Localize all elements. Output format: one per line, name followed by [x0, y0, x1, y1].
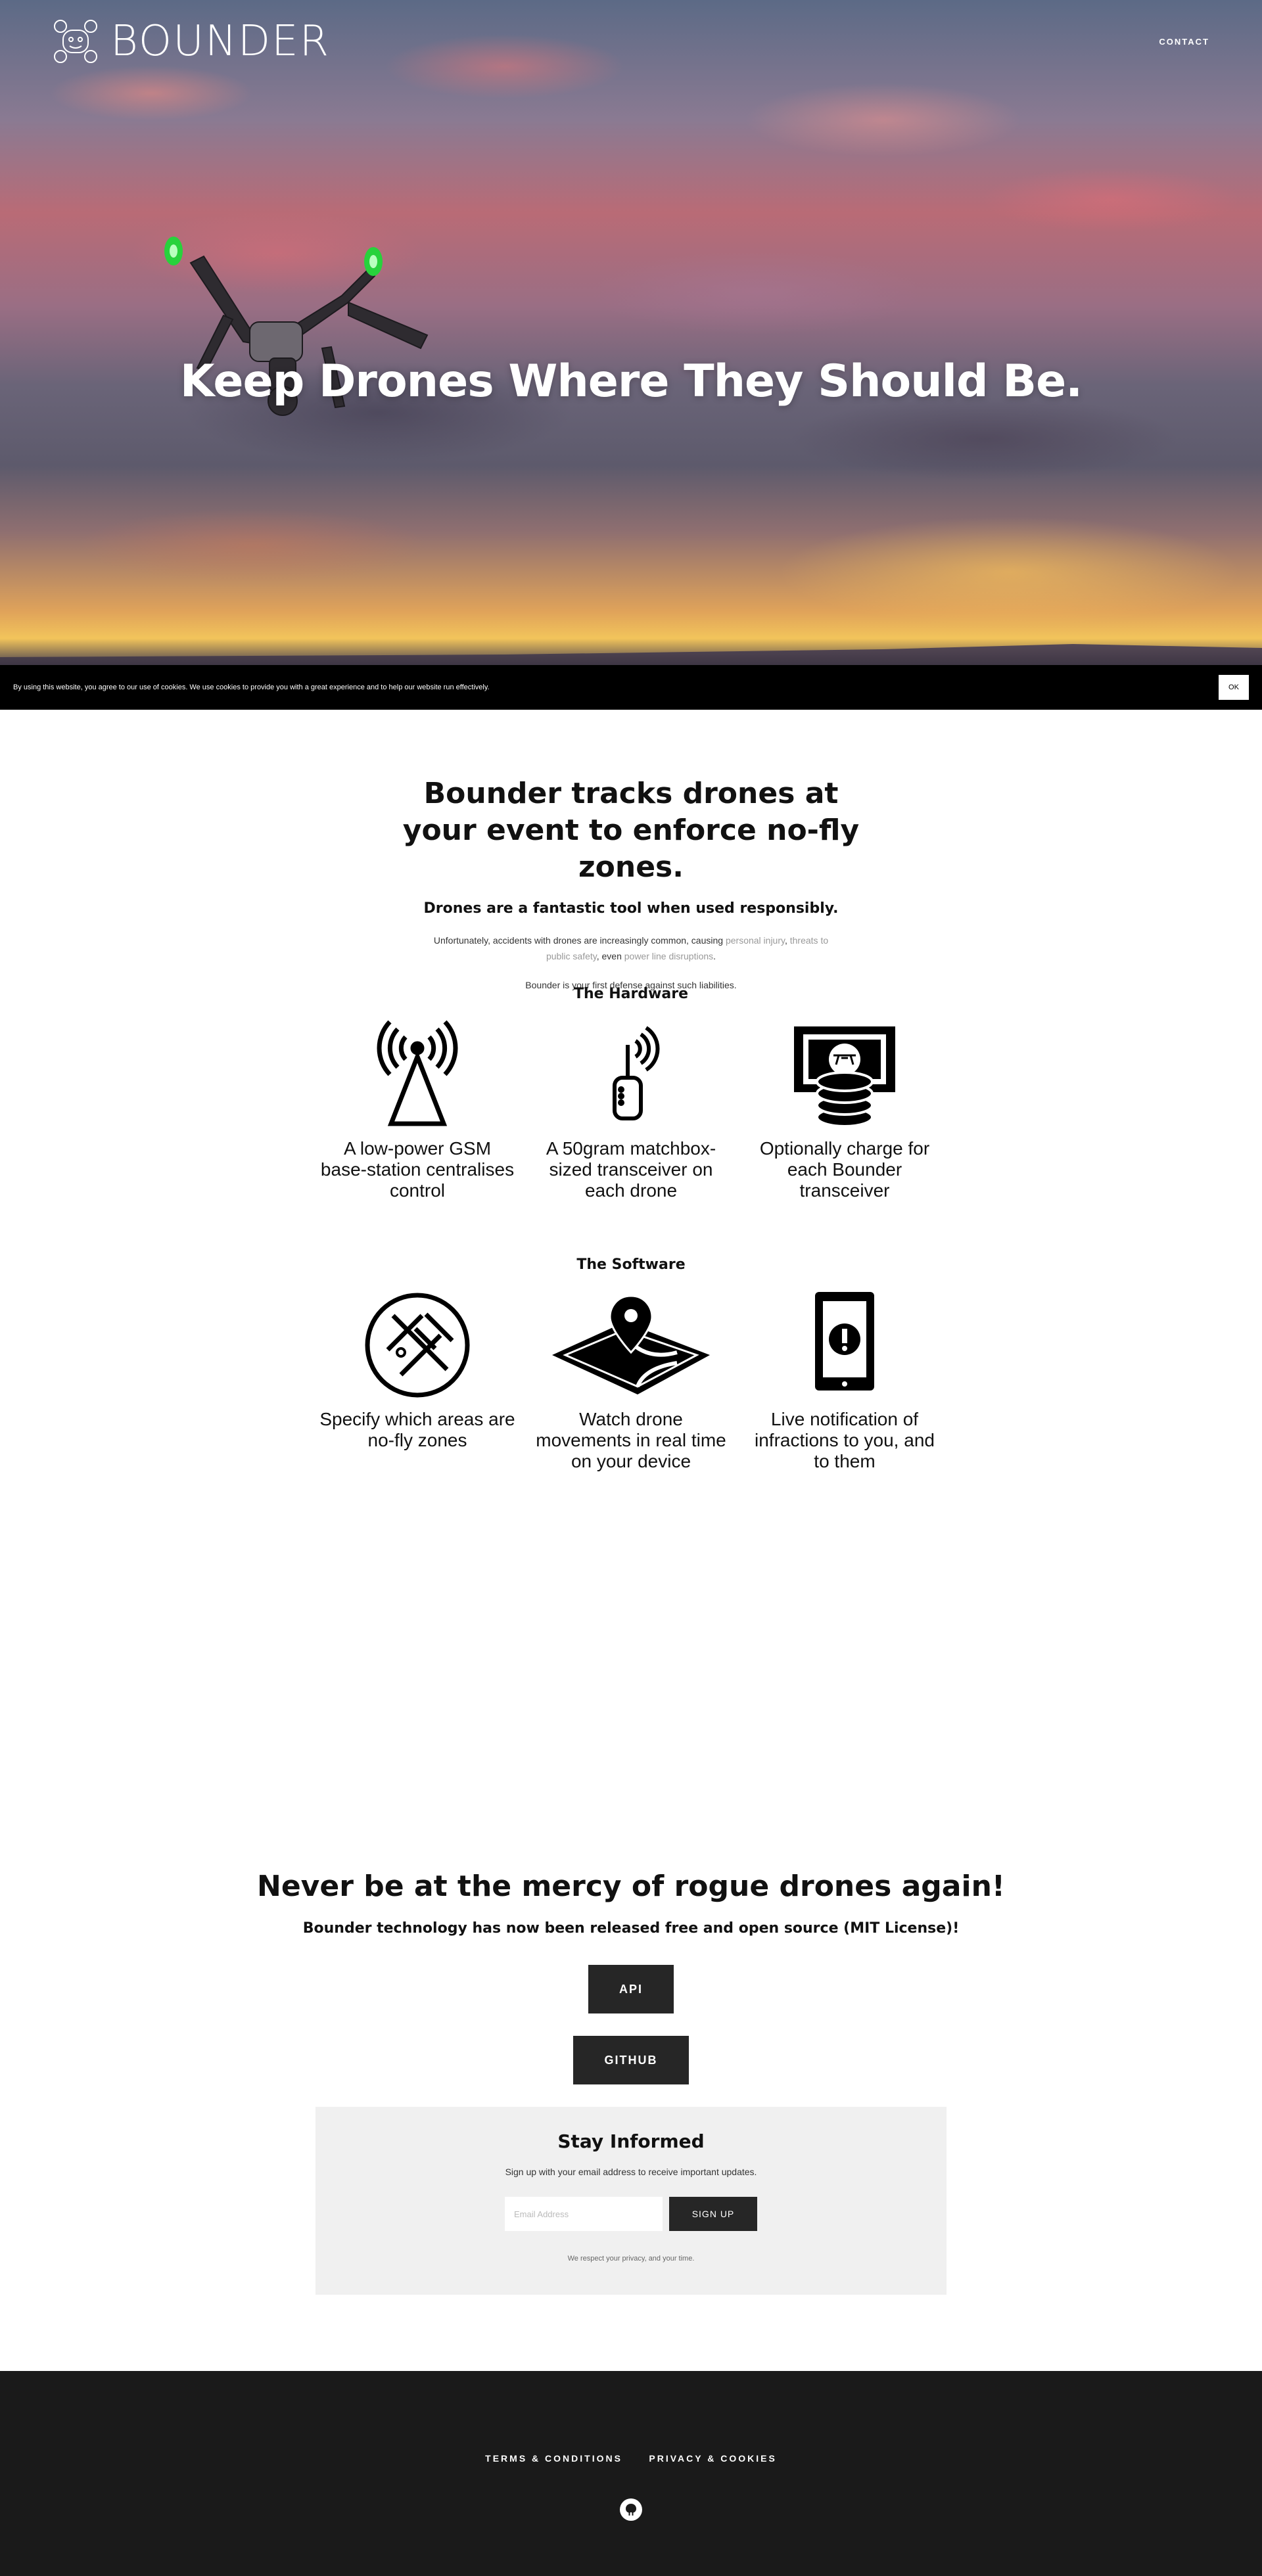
- intro-subheading: Drones are a fantastic tool when used re…: [423, 900, 839, 917]
- no-fly-zone-icon: [365, 1293, 470, 1398]
- hero-title: Keep Drones Where They Should Be.: [179, 356, 1083, 407]
- terms-link[interactable]: TERMS & CONDITIONS: [485, 2453, 622, 2464]
- logo-icon: [54, 20, 97, 63]
- email-input[interactable]: [505, 2197, 663, 2231]
- feature-label: A low-power GSM base-station centralises…: [320, 1138, 515, 1201]
- newsletter-subtext: Sign up with your email address to recei…: [505, 2167, 757, 2177]
- cta-subheading: Bounder technology has now been released…: [302, 1920, 960, 1937]
- feature-label: A 50gram matchbox-sized transceiver on e…: [546, 1138, 716, 1201]
- cookie-text: By using this website, you agree to our …: [13, 683, 490, 691]
- hardware-heading: The Hardware: [573, 986, 689, 1002]
- intro-text: , even: [596, 951, 624, 961]
- feature-label: Watch drone movements in real time on yo…: [536, 1409, 726, 1471]
- feature-item: Watch drone movements in real time on yo…: [532, 1289, 730, 1472]
- link-personal-injury[interactable]: personal injury: [726, 935, 785, 946]
- feature-label: Live notification of infractions to you,…: [755, 1409, 935, 1471]
- feature-item: Specify which areas are no-fly zones: [319, 1289, 516, 1472]
- footer: TERMS & CONDITIONS PRIVACY & COOKIES: [0, 2371, 1262, 2576]
- intro-text: .: [713, 951, 716, 961]
- brand-name: BOUNDER: [110, 17, 331, 66]
- link-power-line[interactable]: power line disruptions: [624, 951, 713, 961]
- feature-item: Live notification of infractions to you,…: [746, 1289, 943, 1472]
- newsletter-block: Stay Informed Sign up with your email ad…: [316, 2107, 947, 2295]
- software-heading: The Software: [576, 1256, 686, 1273]
- brand-logo[interactable]: BOUNDER: [53, 18, 330, 64]
- signup-button[interactable]: SIGN UP: [669, 2197, 757, 2231]
- cta-heading: Never be at the mercy of rogue drones ag…: [257, 1870, 1005, 1903]
- cookie-banner: By using this website, you agree to our …: [0, 665, 1262, 710]
- intro-text: Unfortunately, accidents with drones are…: [433, 935, 726, 946]
- privacy-link[interactable]: PRIVACY & COOKIES: [649, 2453, 776, 2464]
- intro-paragraph: Unfortunately, accidents with drones are…: [421, 932, 841, 964]
- feature-item: A 50gram matchbox-sized transceiver on e…: [532, 1019, 730, 1201]
- newsletter-heading: Stay Informed: [557, 2130, 705, 2152]
- feature-item: Optionally charge for each Bounder trans…: [746, 1019, 943, 1201]
- feature-label: Specify which areas are no-fly zones: [319, 1409, 515, 1450]
- tablet-alert-icon: [815, 1292, 874, 1391]
- footer-links: TERMS & CONDITIONS PRIVACY & COOKIES: [0, 2453, 1262, 2465]
- cta-section: Never be at the mercy of rogue drones ag…: [0, 1870, 1262, 1937]
- feature-label: Optionally charge for each Bounder trans…: [759, 1138, 930, 1201]
- github-button[interactable]: GITHUB: [573, 2036, 689, 2084]
- api-button[interactable]: API: [588, 1965, 674, 2013]
- github-icon[interactable]: [620, 2498, 642, 2521]
- cookie-ok-button[interactable]: OK: [1219, 675, 1249, 700]
- signup-form: SIGN UP: [316, 2197, 947, 2231]
- feature-item: A low-power GSM base-station centralises…: [319, 1019, 516, 1201]
- hardware-features: A low-power GSM base-station centralises…: [319, 1019, 943, 1201]
- privacy-note: We respect your privacy, and your time.: [567, 2255, 695, 2263]
- software-features: Specify which areas are no-fly zones Wat…: [319, 1289, 943, 1472]
- map-pin-icon: [552, 1295, 710, 1394]
- antenna-tower-icon: [377, 1020, 458, 1126]
- intro-section: Bounder tracks drones at your event to e…: [0, 775, 1262, 993]
- money-drone-icon: [794, 1026, 895, 1128]
- transceiver-icon: [613, 1026, 660, 1120]
- nav-contact-link[interactable]: CONTACT: [1159, 37, 1209, 47]
- intro-text: ,: [784, 935, 790, 946]
- intro-heading: Bounder tracks drones at your event to e…: [402, 777, 860, 884]
- hero-section: BOUNDER CONTACT Keep Drones Where They S…: [0, 0, 1262, 665]
